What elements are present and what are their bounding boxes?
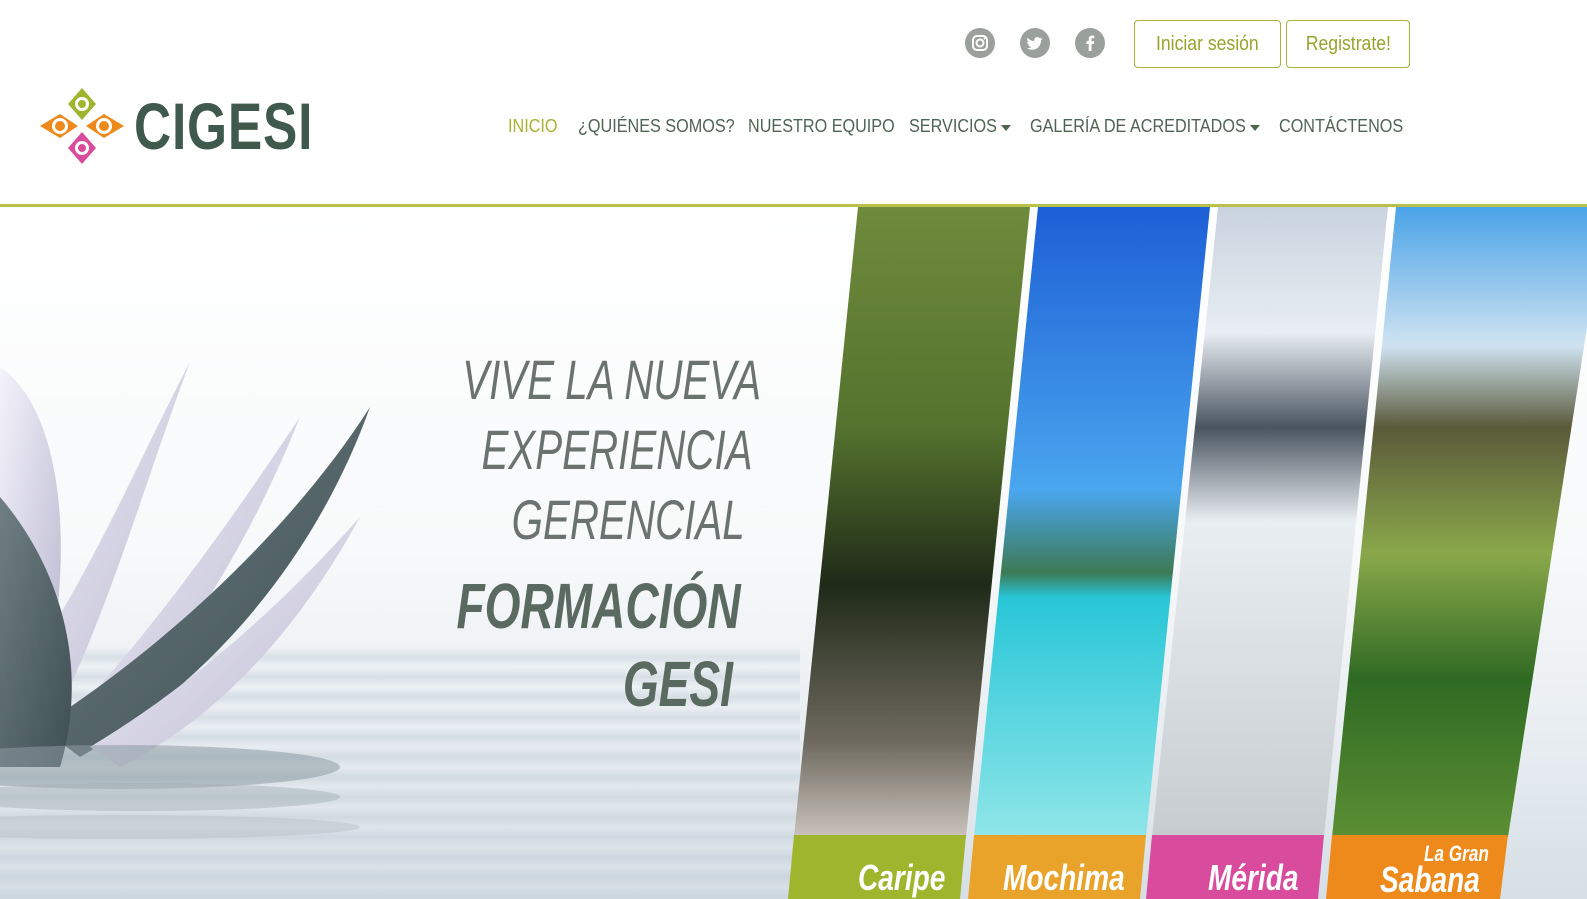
site-header: CIGESI Iniciar sesión Registrate! INICIO… [0,0,1587,207]
hero-headline-line-2: GESI [622,648,733,720]
nav-item-inicio[interactable]: INICIO [508,116,563,137]
galeria-chevron-down-icon [1250,125,1260,131]
strip-label-mochima: Mochima [1003,857,1125,898]
hero-banner: VIVE LA NUEVA EXPERIENCIA GERENCIAL FORM… [0,207,1587,899]
login-button[interactable]: Iniciar sesión [1134,20,1281,68]
strip-label-sabana: Sabana [1380,859,1480,899]
hero-tagline-line-2: EXPERIENCIA [481,418,753,481]
hero-tagline-line-3: GERENCIAL [511,488,745,551]
instagram-icon[interactable] [965,28,995,58]
brand-name: CIGESI [134,89,314,163]
servicios-chevron-down-icon [1001,125,1011,131]
facebook-icon[interactable] [1075,28,1105,58]
brand-logo[interactable]: CIGESI [38,86,364,166]
nav-item-servicios[interactable]: SERVICIOS [909,116,1007,137]
destination-strips [788,207,1587,899]
twitter-icon[interactable] [1020,28,1050,58]
hero-headline-line-1: FORMACIÓN [456,570,741,642]
strip-label-caripe: Caripe [858,857,946,898]
nav-item-nuestro-equipo[interactable]: NUESTRO EQUIPO [748,116,911,137]
cigesi-logo-icon [38,86,126,166]
nav-item-quienes-somos[interactable]: ¿QUIÉNES SOMOS? [578,116,752,137]
strip-label-merida: Mérida [1208,857,1299,898]
nav-item-contactenos[interactable]: CONTÁCTENOS [1279,116,1417,137]
nav-item-galeria[interactable]: GALERÍA DE ACREDITADOS [1030,116,1270,137]
register-button[interactable]: Registrate! [1286,20,1410,68]
hero-tagline-line-1: VIVE LA NUEVA [462,348,761,411]
